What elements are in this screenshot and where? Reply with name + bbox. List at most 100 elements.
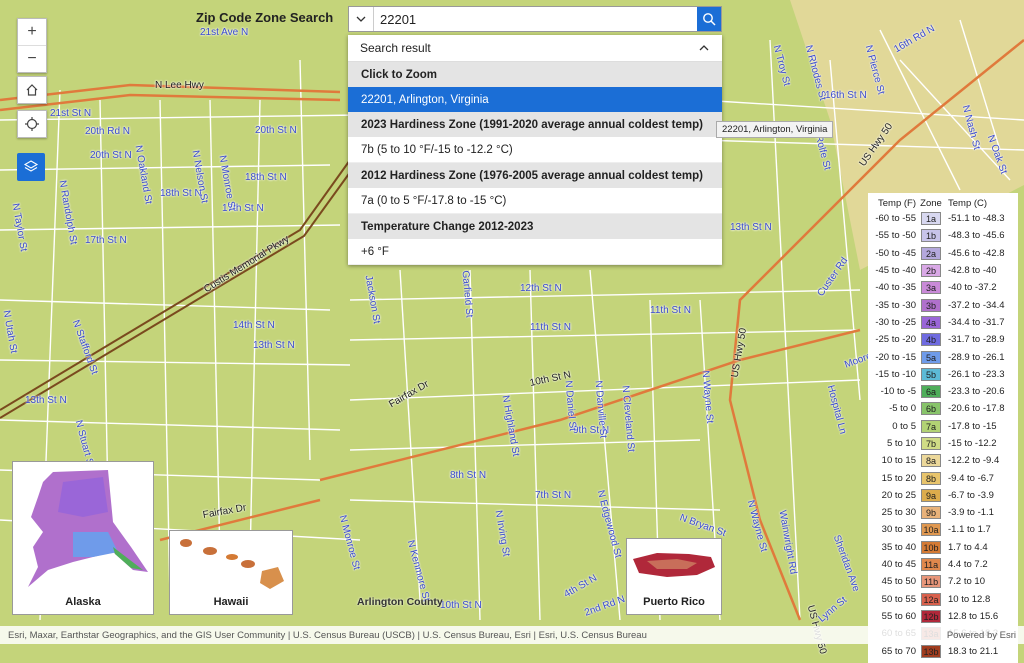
legend-zone-swatch: 1a	[921, 212, 941, 226]
legend-temp-c: -48.3 to -45.6	[948, 230, 1005, 242]
legend-zone-swatch: 4a	[921, 315, 941, 329]
legend-temp-f: 10 to 15	[881, 455, 916, 467]
result-header[interactable]: Search result	[348, 35, 722, 62]
legend-row: -60 to -55 1a -51.1 to -48.3	[868, 210, 1018, 227]
layers-icon	[23, 160, 39, 172]
powered-by-link[interactable]: Powered by Esri	[947, 630, 1016, 641]
legend-zone: 13b	[920, 644, 942, 658]
legend-zone: 11a	[920, 558, 942, 572]
hawaii-map-icon	[180, 539, 284, 589]
legend-row: -10 to -5 6a -23.3 to -20.6	[868, 383, 1018, 400]
legend-temp-f: 20 to 25	[881, 489, 916, 501]
legend-zone-swatch: 6a	[921, 385, 941, 399]
home-control	[17, 76, 47, 104]
legend-temp-f: -10 to -5	[880, 386, 916, 398]
home-icon	[26, 84, 38, 96]
search-button[interactable]	[697, 7, 721, 31]
legend-temp-f: -20 to -15	[875, 351, 916, 363]
alaska-inset[interactable]: Alaska	[12, 461, 154, 615]
legend-temp-f: 5 to 10	[886, 438, 916, 449]
map-tooltip: 22201, Arlington, Virginia	[716, 121, 834, 138]
zone-2023-heading: 2023 Hardiness Zone (1991-2020 average a…	[348, 112, 722, 137]
legend-zone-swatch: 12b	[921, 609, 941, 623]
legend-temp-c: -42.8 to -40	[948, 265, 997, 277]
legend-temp-f: 50 to 55	[881, 593, 916, 605]
search-result-panel: Search result Click to Zoom 22201, Arlin…	[348, 35, 722, 265]
legend-zone: 4b	[920, 333, 942, 347]
crosshair-icon	[25, 117, 39, 131]
legend-zone: 2a	[920, 246, 942, 260]
legend-zone-swatch: 10b	[921, 540, 941, 554]
search-source-dropdown[interactable]	[349, 7, 374, 31]
street-label: 12th St N	[520, 283, 562, 294]
street-label: 20th St N	[90, 150, 132, 161]
legend-temp-c: -40 to -37.2	[948, 282, 997, 294]
legend-row: 50 to 55 12a 10 to 12.8	[868, 591, 1018, 608]
result-item-selected[interactable]: 22201, Arlington, Virginia	[348, 87, 722, 112]
legend-zone-swatch: 4b	[921, 333, 941, 347]
legend-temp-c: -15 to -12.2	[948, 438, 997, 449]
puerto-rico-inset[interactable]: Puerto Rico	[626, 538, 722, 615]
layers-button[interactable]	[17, 153, 45, 181]
legend-temp-c: 7.2 to 10	[948, 576, 985, 588]
legend-header-f: Temp (F)	[878, 197, 916, 209]
legend-temp-f: -50 to -45	[875, 247, 916, 259]
result-header-label: Search result	[360, 41, 431, 55]
attribution-bar: Esri, Maxar, Earthstar Geographics, and …	[0, 626, 1024, 644]
legend-row: 65 to 70 13b 18.3 to 21.1	[868, 642, 1018, 659]
legend-row: 5 to 10 7b -15 to -12.2	[868, 435, 1018, 452]
legend-row: -50 to -45 2a -45.6 to -42.8	[868, 245, 1018, 262]
legend: Temp (F) Zone Temp (C) -60 to -55 1a -51.1…	[868, 193, 1018, 663]
legend-zone: 9b	[920, 506, 942, 520]
legend-row: 15 to 20 8b -9.4 to -6.7	[868, 469, 1018, 486]
legend-zone: 5a	[920, 350, 942, 364]
legend-row: 35 to 40 10b 1.7 to 4.4	[868, 539, 1018, 556]
home-button[interactable]	[18, 77, 46, 103]
legend-zone: 7b	[920, 437, 942, 450]
legend-temp-c: -51.1 to -48.3	[948, 213, 1005, 225]
legend-temp-f: 55 to 60	[881, 610, 916, 622]
hawaii-inset[interactable]: Hawaii	[169, 530, 293, 615]
street-label: 16th St N	[825, 90, 867, 101]
hawaii-label: Hawaii	[213, 596, 249, 608]
county-label: Arlington County	[357, 596, 443, 608]
street-label: 18th St N	[245, 172, 287, 183]
legend-zone-swatch: 7a	[921, 419, 941, 433]
app-title: Zip Code Zone Search	[196, 10, 334, 25]
legend-zone-swatch: 9b	[921, 506, 941, 520]
locate-button[interactable]	[18, 111, 46, 137]
street-label: 8th St N	[450, 470, 487, 481]
legend-zone-swatch: 11b	[921, 575, 941, 589]
legend-header-zone: Zone	[920, 197, 942, 209]
legend-temp-f: 65 to 70	[881, 645, 916, 657]
legend-zone: 4a	[920, 315, 942, 329]
legend-temp-f: 35 to 40	[881, 541, 916, 553]
zoom-controls: + −	[17, 18, 47, 73]
chevron-up-icon[interactable]	[698, 42, 710, 54]
legend-zone: 7a	[920, 419, 942, 433]
legend-temp-c: 18.3 to 21.1	[948, 645, 999, 657]
zoom-in-button[interactable]: +	[18, 19, 46, 45]
highway-label: N Lee Hwy	[155, 80, 204, 91]
legend-temp-c: -12.2 to -9.4	[948, 455, 1000, 467]
legend-zone-swatch: 3a	[921, 281, 941, 295]
legend-zone-swatch: 2a	[921, 246, 941, 260]
legend-zone: 10a	[920, 523, 942, 537]
legend-row: -20 to -15 5a -28.9 to -26.1	[868, 348, 1018, 365]
legend-temp-c: -45.6 to -42.8	[948, 247, 1005, 259]
legend-row: -5 to 0 6b -20.6 to -17.8	[868, 400, 1018, 417]
search-input[interactable]	[374, 7, 697, 31]
puerto-rico-map-icon	[633, 553, 715, 577]
temp-change-value: +6 °F	[348, 239, 722, 265]
attribution-text: Esri, Maxar, Earthstar Geographics, and …	[8, 629, 647, 641]
legend-temp-f: 25 to 30	[881, 507, 916, 519]
legend-zone: 10b	[920, 540, 942, 554]
street-label: 13th St N	[730, 222, 772, 233]
legend-temp-f: 40 to 45	[881, 559, 916, 571]
legend-temp-c: -17.8 to -15	[948, 420, 997, 432]
legend-zone-swatch: 5b	[921, 367, 941, 381]
legend-row: 20 to 25 9a -6.7 to -3.9	[868, 487, 1018, 504]
zoom-out-button[interactable]: −	[18, 45, 46, 72]
legend-temp-c: -37.2 to -34.4	[948, 299, 1005, 311]
street-label: 20th Rd N	[85, 126, 131, 137]
